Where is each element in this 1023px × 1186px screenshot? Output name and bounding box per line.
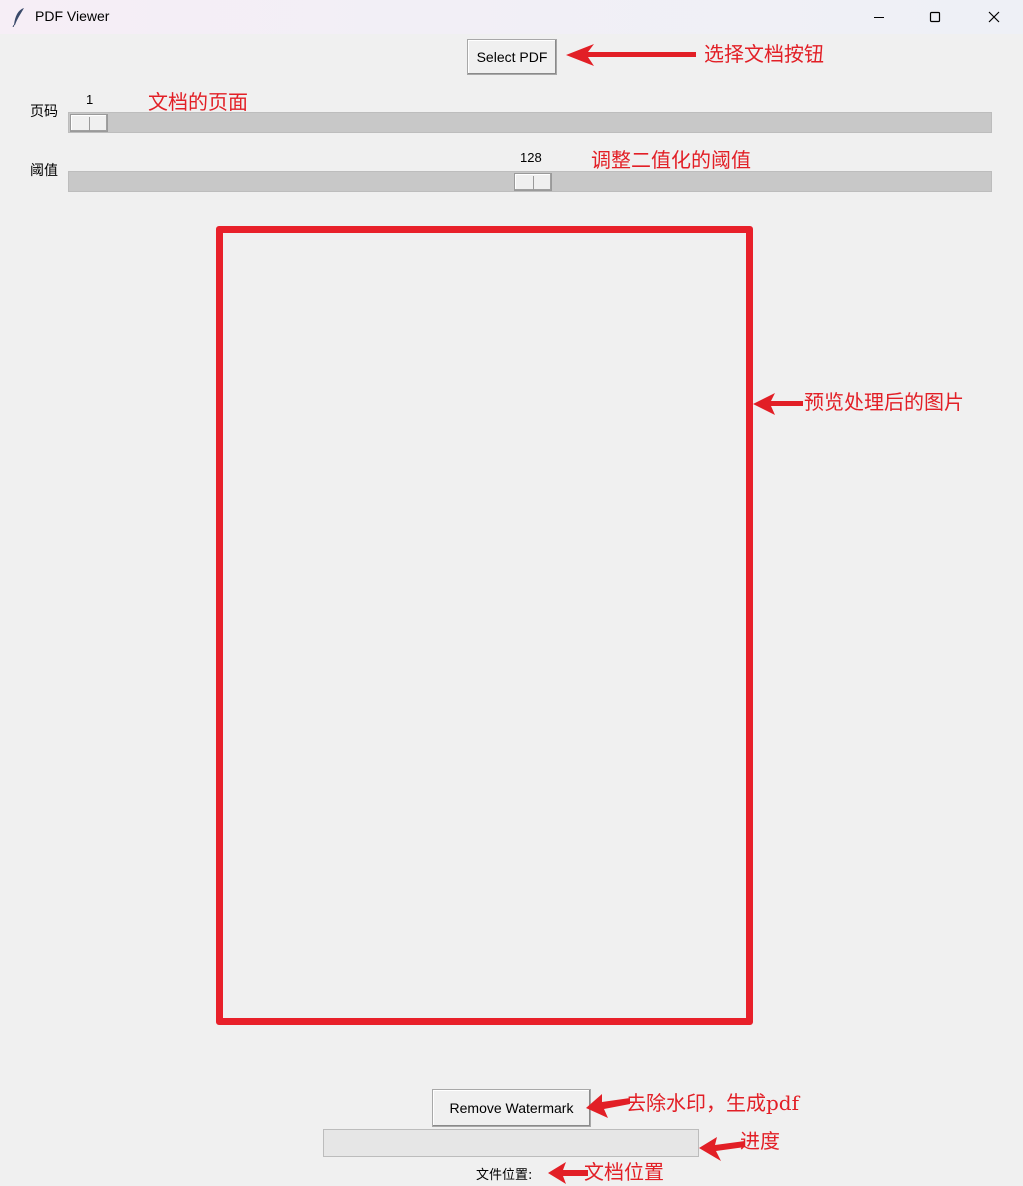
- threshold-slider[interactable]: [68, 171, 992, 192]
- arrow-icon: [586, 1094, 630, 1118]
- threshold-slider-thumb[interactable]: [514, 173, 552, 191]
- minimize-button[interactable]: [851, 0, 907, 34]
- threshold-label: 阈值: [30, 163, 58, 179]
- page-label: 页码: [30, 104, 58, 120]
- annotation-select-button: 选择文档按钮: [704, 42, 824, 66]
- page-slider[interactable]: [68, 112, 992, 133]
- close-button[interactable]: [966, 0, 1022, 34]
- remove-watermark-button[interactable]: Remove Watermark: [432, 1089, 591, 1127]
- maximize-button[interactable]: [907, 0, 963, 34]
- feather-icon: [12, 8, 24, 27]
- window-title: PDF Viewer: [35, 8, 110, 24]
- file-location-label: 文件位置:: [476, 1168, 533, 1183]
- annotation-page: 文档的页面: [148, 90, 248, 114]
- page-value: 1: [86, 92, 94, 107]
- annotation-preview: 预览处理后的图片: [804, 390, 964, 414]
- annotation-file-location: 文档位置: [584, 1160, 664, 1184]
- arrow-icon: [548, 1162, 588, 1184]
- annotation-threshold: 调整二值化的阈值: [591, 148, 751, 172]
- arrow-icon: [699, 1137, 745, 1161]
- arrow-icon: [566, 44, 696, 66]
- maximize-icon: [929, 11, 941, 23]
- annotation-remove-watermark: 去除水印，生成pdf: [626, 1091, 800, 1115]
- preview-area: [216, 226, 753, 1025]
- page-slider-thumb[interactable]: [70, 114, 108, 132]
- threshold-value: 128: [520, 150, 542, 165]
- close-icon: [988, 11, 1000, 23]
- progress-bar: [323, 1129, 699, 1157]
- arrow-icon: [753, 393, 803, 415]
- title-bar: PDF Viewer: [0, 0, 1023, 34]
- select-pdf-button[interactable]: Select PDF: [467, 39, 557, 75]
- minimize-icon: [874, 17, 884, 18]
